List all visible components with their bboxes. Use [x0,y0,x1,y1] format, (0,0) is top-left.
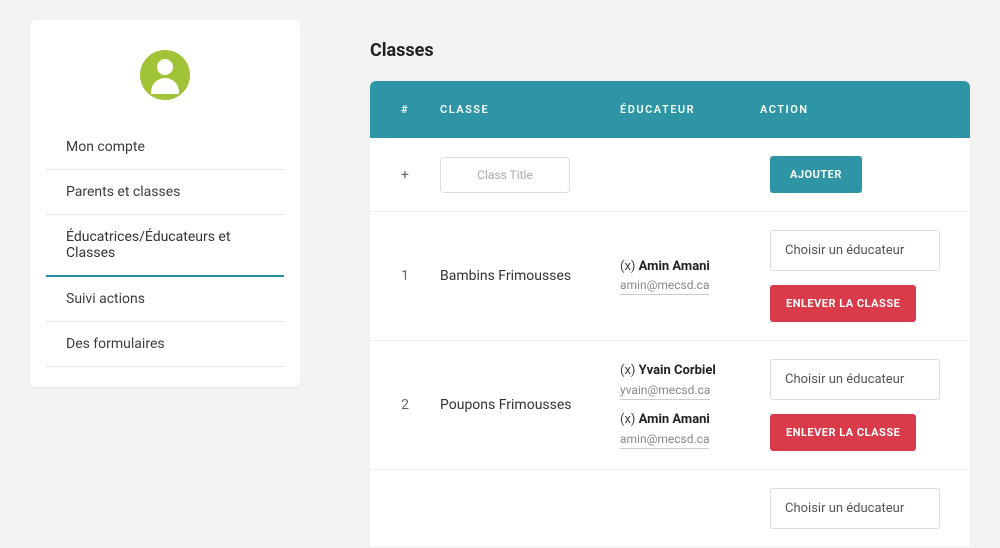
educator-name: Yvain Corbiel [639,363,716,378]
table-header: # Classe Éducateur Action [370,81,970,138]
sidebar-item-0[interactable]: Mon compte [46,125,284,170]
action-cell: Choisir un éducateur ENLEVER LA CLASSE [760,230,970,322]
table-row: 2Poupons Frimousses(x) Yvain Corbielyvai… [370,341,970,470]
educator-name: Amin Amani [639,259,710,274]
class-name: Poupons Frimousses [440,397,620,413]
remove-class-button[interactable]: ENLEVER LA CLASSE [770,414,916,451]
educator-entry: (x) Yvain Corbiel yvain@mecsd.ca [620,361,760,400]
sidebar-item-4[interactable]: Des formulaires [46,322,284,367]
header-classe: Classe [440,103,620,116]
add-class-row: + AJOUTER [370,138,970,212]
educator-entry: (x) Amin Amani amin@mecsd.ca [620,410,760,449]
educator-name: Amin Amani [639,412,710,427]
educators-cell: (x) Yvain Corbiel yvain@mecsd.ca (x) Amin … [620,361,760,449]
action-cell: Choisir un éducateur ENLEVER LA CLASSE [760,359,970,451]
add-row-symbol: + [370,167,440,183]
sidebar-item-1[interactable]: Parents et classes [46,170,284,215]
avatar-wrap [30,50,300,100]
header-index: # [370,103,440,116]
remove-educator-x[interactable]: (x) [620,259,639,274]
sidebar-item-2[interactable]: Éducatrices/Éducateurs et Classes [46,215,284,277]
table-row-partial: Choisir un éducateur [370,470,970,548]
table-row: 1Bambins Frimousses(x) Amin Amani amin@me… [370,212,970,341]
header-action: Action [760,103,970,116]
main-content: Classes # Classe Éducateur Action + AJOU… [370,20,970,548]
choose-educator-select[interactable]: Choisir un éducateur [770,488,940,529]
educators-cell: (x) Amin Amani amin@mecsd.ca [620,257,760,296]
row-index: 2 [370,397,440,413]
row-index: 1 [370,268,440,284]
class-name: Bambins Frimousses [440,268,620,284]
page-title: Classes [370,40,970,61]
sidebar-item-3[interactable]: Suivi actions [46,277,284,322]
choose-educator-select[interactable]: Choisir un éducateur [770,230,940,271]
remove-class-button[interactable]: ENLEVER LA CLASSE [770,285,916,322]
choose-educator-select[interactable]: Choisir un éducateur [770,359,940,400]
educator-email: amin@mecsd.ca [620,276,709,295]
remove-educator-x[interactable]: (x) [620,363,639,378]
classes-table: # Classe Éducateur Action + AJOUTER 1Bam… [370,81,970,548]
sidebar: Mon compteParents et classesÉducatrices/… [30,20,300,387]
sidebar-nav: Mon compteParents et classesÉducatrices/… [30,125,300,367]
educator-entry: (x) Amin Amani amin@mecsd.ca [620,257,760,296]
avatar-icon [140,50,190,100]
class-title-input[interactable] [440,157,570,193]
educator-email: amin@mecsd.ca [620,430,709,449]
remove-educator-x[interactable]: (x) [620,412,639,427]
educator-email: yvain@mecsd.ca [620,381,710,400]
header-educateur: Éducateur [620,103,760,116]
add-class-button[interactable]: AJOUTER [770,156,862,193]
